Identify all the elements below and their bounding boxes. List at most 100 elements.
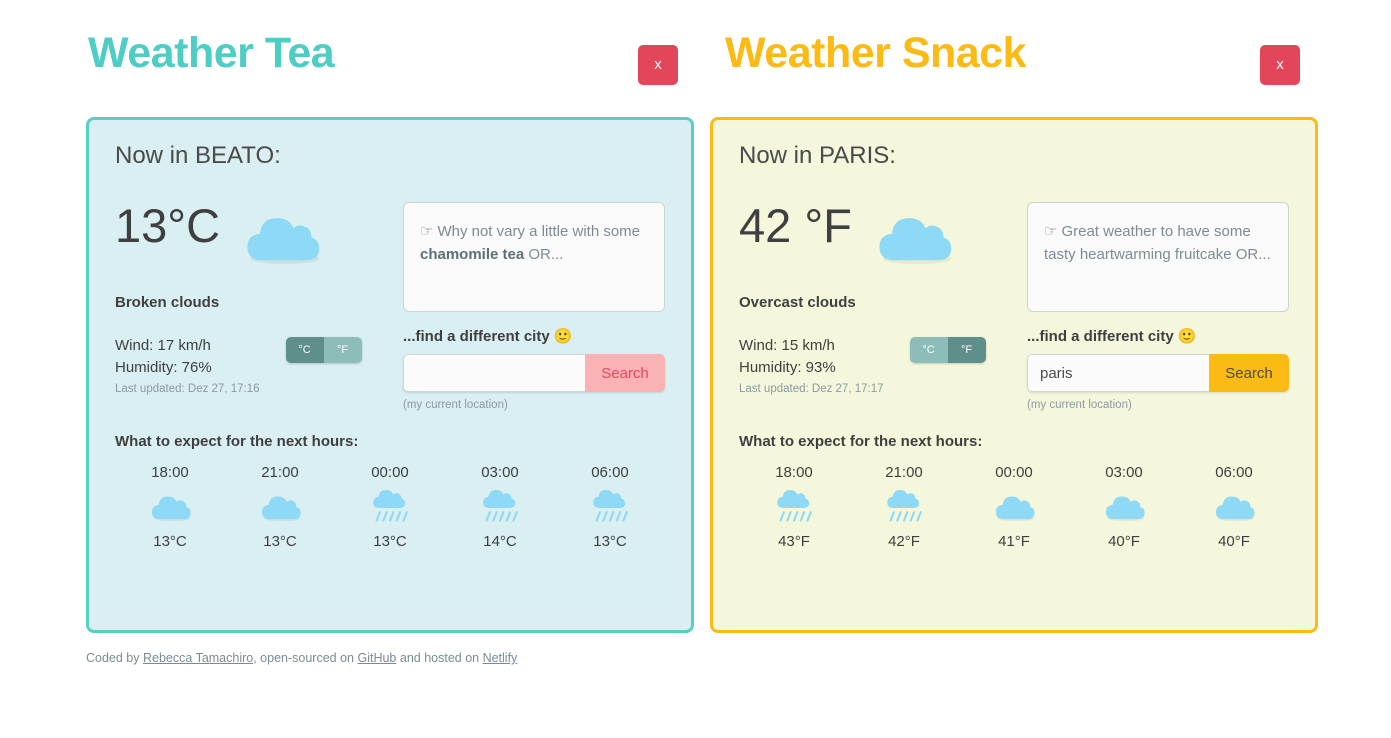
search-column: ☞ Great weather to have some tasty heartw… [1027,202,1289,411]
suggestion-box: ☞ Why not vary a little with some chamomi… [403,202,665,312]
footer-github-link[interactable]: GitHub [357,651,396,665]
forecast-time: 06:00 [1215,464,1253,481]
forecast-row: 18:00 13°C 21:00 13°C 00:00 13°C 03:00 14°C 06:0… [115,464,665,550]
weather-description: Broken clouds [115,294,220,311]
stats-row: Wind: 15 km/h Humidity: 93% Last updated: … [739,335,1007,397]
wind-value: Wind: 17 km/h [115,337,211,354]
search-row: Search [403,354,665,392]
forecast-time: 06:00 [591,464,629,481]
find-city-text: ...find a different city [1027,328,1174,345]
current-temperature: 42 °F [739,199,852,252]
unit-toggle[interactable]: °C °F [285,337,362,363]
cloud-icon [995,496,1035,521]
card-body: 13°C Broken clouds Wind: 17 km/h Humidity: … [115,202,665,411]
close-button[interactable]: x [1260,45,1300,85]
pointing-hand-icon: ☞ [420,223,434,240]
cloud-icon [1105,496,1145,521]
forecast-time: 00:00 [371,464,409,481]
forecast-item: 18:00 13°C [115,464,225,550]
current-conditions-column: 13°C Broken clouds Wind: 17 km/h Humidity: … [115,202,383,411]
cloud-icon [1215,496,1255,521]
current-weather-icon [874,208,952,274]
find-city-label: ...find a different city 🙂 [1027,327,1289,345]
unit-celsius-button[interactable]: °C [909,337,948,363]
suggestion-highlight: chamomile tea [420,246,525,264]
current-location-link[interactable]: (my current location) [403,399,665,411]
footer-credit: Coded by Rebecca Tamachiro, open-sourced… [86,651,517,665]
forecast-temp: 40°F [1218,533,1250,550]
weather-stats: Wind: 17 km/h Humidity: 76% Last updated: … [115,335,260,397]
search-row: Search [1027,354,1289,392]
app-pane-weather-tea: Weather Tea x Now in BEATO: 13°C Broken clou… [0,0,700,700]
forecast-item: 21:00 13°C [225,464,335,550]
card-title: Now in BEATO: [115,142,281,169]
unit-fahrenheit-button[interactable]: °F [947,337,986,363]
current-location-link[interactable]: (my current location) [1027,399,1289,411]
app-pane-weather-snack: Weather Snack x Now in PARIS: 42 °F Overcast… [700,0,1391,700]
city-search-input[interactable] [403,354,585,392]
forecast-time: 18:00 [775,464,813,481]
forecast-item: 21:00 42°F [849,464,959,550]
forecast-item: 06:00 40°F [1179,464,1289,550]
search-column: ☞ Why not vary a little with some chamomi… [403,202,665,411]
city-search-input[interactable] [1027,354,1209,392]
footer-author-link[interactable]: Rebecca Tamachiro [143,651,253,665]
forecast-title: What to expect for the next hours: [115,433,359,450]
forecast-item: 03:00 40°F [1069,464,1179,550]
last-updated: Last updated: Dez 27, 17:17 [739,382,884,395]
forecast-temp: 13°C [153,533,187,550]
unit-celsius-button[interactable]: °C [285,337,324,363]
forecast-time: 21:00 [885,464,923,481]
suggestion-text-tail: OR... [524,246,564,264]
current-weather-icon [242,208,320,274]
unit-toggle[interactable]: °C °F [909,337,986,363]
close-button[interactable]: x [638,45,678,85]
search-button[interactable]: Search [585,354,665,392]
forecast-icon [445,481,555,533]
suggestion-text: Great weather to have some tasty heartwa… [1044,223,1271,264]
footer-middle2: and hosted on [396,651,483,665]
forecast-temp: 42°F [888,533,920,550]
forecast-temp: 43°F [778,533,810,550]
forecast-item: 03:00 14°C [445,464,555,550]
footer-prefix: Coded by [86,651,143,665]
cloud-icon [879,218,952,265]
humidity-value: Humidity: 93% [739,358,836,376]
weather-card: Now in PARIS: 42 °F Overcast clouds Wind: 1… [710,117,1318,633]
forecast-icon [115,481,225,533]
smiley-icon: 🙂 [553,328,573,345]
find-city-text: ...find a different city [403,328,550,345]
humidity-value: Humidity: 76% [115,358,212,376]
app-stage: Weather Tea x Now in BEATO: 13°C Broken clou… [0,0,1391,738]
app-title: Weather Tea [88,29,335,77]
forecast-item: 00:00 13°C [335,464,445,550]
app-title: Weather Snack [725,29,1027,77]
forecast-icon [225,481,335,533]
forecast-time: 21:00 [261,464,299,481]
rain-icon [777,489,812,522]
forecast-temp: 14°C [483,533,517,550]
weather-description: Overcast clouds [739,294,856,311]
cloud-icon [247,218,320,265]
pointing-hand-icon: ☞ [1044,223,1058,240]
forecast-icon [335,481,445,533]
forecast-time: 00:00 [995,464,1033,481]
forecast-time: 03:00 [481,464,519,481]
suggestion-box: ☞ Great weather to have some tasty heartw… [1027,202,1289,312]
smiley-icon: 🙂 [1177,328,1197,345]
last-updated: Last updated: Dez 27, 17:16 [115,382,260,395]
forecast-temp: 13°C [373,533,407,550]
unit-fahrenheit-button[interactable]: °F [323,337,362,363]
forecast-title: What to expect for the next hours: [739,433,983,450]
forecast-item: 06:00 13°C [555,464,665,550]
weather-card: Now in BEATO: 13°C Broken clouds Wind: 17 k… [86,117,694,633]
search-button[interactable]: Search [1209,354,1289,392]
forecast-row: 18:00 43°F 21:00 42°F 00:00 41°F 03:00 40°F 06:0… [739,464,1289,550]
footer-netlify-link[interactable]: Netlify [483,651,518,665]
forecast-time: 03:00 [1105,464,1143,481]
rain-icon [483,489,518,522]
rain-icon [373,489,408,522]
card-title: Now in PARIS: [739,142,896,169]
forecast-item: 18:00 43°F [739,464,849,550]
forecast-time: 18:00 [151,464,189,481]
